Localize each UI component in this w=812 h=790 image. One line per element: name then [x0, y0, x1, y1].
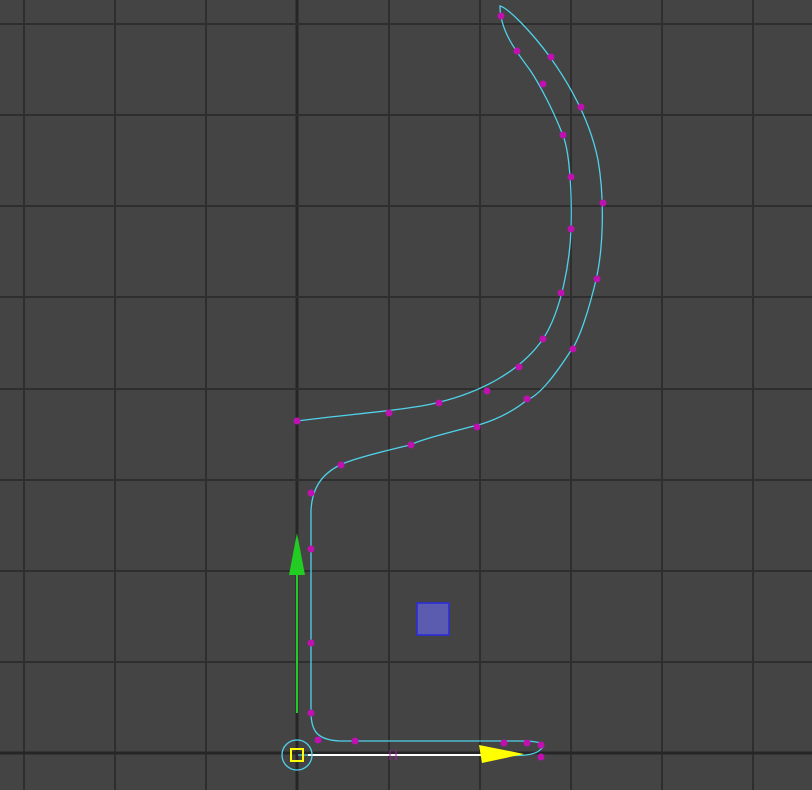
- control-vertex[interactable]: [557, 289, 565, 297]
- control-vertex[interactable]: [483, 387, 491, 395]
- control-vertex[interactable]: [577, 103, 585, 111]
- control-vertex[interactable]: [473, 423, 481, 431]
- control-vertex[interactable]: [407, 441, 415, 449]
- control-vertex[interactable]: [559, 131, 567, 139]
- control-vertex[interactable]: [515, 363, 523, 371]
- control-vertex[interactable]: [523, 739, 531, 747]
- control-vertex[interactable]: [567, 225, 575, 233]
- control-vertices[interactable]: [293, 12, 607, 761]
- translate-x-arrow-icon[interactable]: [479, 745, 524, 763]
- translate-y-arrow-icon[interactable]: [289, 533, 305, 575]
- control-vertex[interactable]: [500, 739, 508, 747]
- control-vertex[interactable]: [537, 741, 545, 749]
- nurbs-curve[interactable]: [296, 5, 604, 757]
- control-vertex[interactable]: [337, 461, 345, 469]
- center-square-icon[interactable]: [416, 602, 450, 636]
- control-vertex[interactable]: [307, 489, 315, 497]
- control-vertex[interactable]: [547, 53, 555, 61]
- control-vertex[interactable]: [567, 173, 575, 181]
- modeling-viewport[interactable]: [0, 0, 812, 790]
- control-vertex[interactable]: [539, 335, 547, 343]
- control-vertex[interactable]: [513, 47, 521, 55]
- control-vertex[interactable]: [314, 736, 322, 744]
- viewport-grid: [0, 0, 812, 790]
- control-vertex[interactable]: [497, 12, 505, 20]
- control-vertex[interactable]: [351, 737, 359, 745]
- control-vertex[interactable]: [523, 395, 531, 403]
- control-vertex[interactable]: [569, 345, 577, 353]
- control-vertex[interactable]: [537, 753, 545, 761]
- control-vertex[interactable]: [599, 199, 607, 207]
- control-vertex[interactable]: [307, 639, 315, 647]
- viewport-canvas[interactable]: [0, 0, 812, 790]
- control-vertex[interactable]: [293, 417, 301, 425]
- control-vertex[interactable]: [435, 399, 443, 407]
- control-vertex[interactable]: [385, 409, 393, 417]
- control-vertex[interactable]: [539, 80, 547, 88]
- control-vertex[interactable]: [307, 709, 315, 717]
- control-vertex[interactable]: [307, 545, 315, 553]
- control-vertex[interactable]: [593, 275, 601, 283]
